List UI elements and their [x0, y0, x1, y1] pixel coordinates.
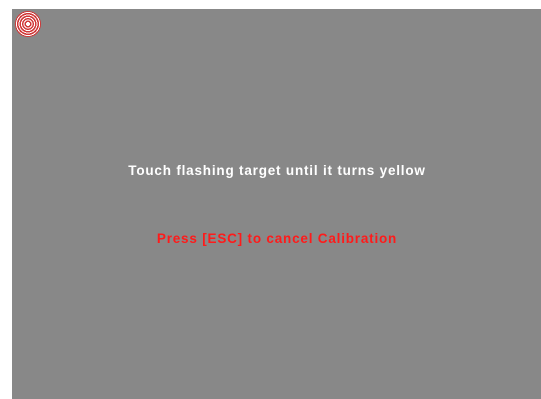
cancel-hint: Press [ESC] to cancel Calibration [156, 231, 398, 246]
calibration-target-icon[interactable] [15, 11, 41, 37]
calibration-instruction: Touch flashing target until it turns yel… [128, 163, 426, 178]
calibration-screen: Touch flashing target until it turns yel… [12, 9, 541, 399]
